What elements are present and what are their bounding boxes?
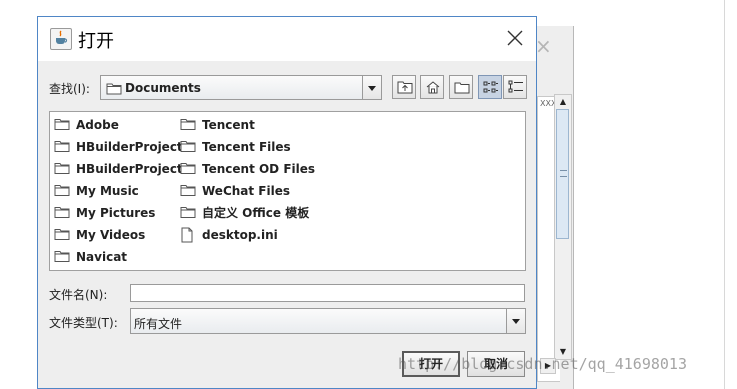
folder-icon	[54, 161, 70, 179]
close-icon[interactable]	[500, 23, 530, 53]
file-list-item-label: Adobe	[76, 118, 119, 132]
up-one-level-button[interactable]	[392, 75, 416, 99]
file-list-item[interactable]: Adobe	[54, 117, 190, 139]
file-list-item[interactable]: Tencent	[180, 117, 315, 139]
title-bar: 打开	[38, 17, 536, 61]
file-name-label: 文件名(N):	[49, 288, 108, 302]
file-list-item[interactable]: My Pictures	[54, 205, 190, 227]
file-list-item-label: desktop.ini	[202, 228, 278, 242]
file-list-item[interactable]: Tencent Files	[180, 139, 315, 161]
file-list-item-label: HBuilderProject	[76, 140, 183, 154]
file-list-item-label: My Pictures	[76, 206, 156, 220]
file-type-combo[interactable]: 所有文件	[130, 308, 526, 334]
file-list-item-label: WeChat Files	[202, 184, 291, 198]
file-list-item-label: 自定义 Office 模板	[202, 206, 310, 220]
java-icon	[50, 28, 72, 50]
folder-icon	[54, 205, 70, 223]
open-file-dialog: 打开 查找(I): Documents Adobe HBuilderProject…	[37, 16, 537, 389]
list-view-button[interactable]	[478, 75, 502, 99]
folder-icon	[180, 205, 196, 223]
file-list-item[interactable]: HBuilderProjects	[54, 161, 190, 183]
scroll-thumb[interactable]	[556, 109, 569, 239]
file-list-item-label: My Music	[76, 184, 139, 198]
file-type-value: 所有文件	[134, 317, 183, 331]
folder-icon	[54, 183, 70, 201]
file-list-item[interactable]: WeChat Files	[180, 183, 315, 205]
folder-icon	[54, 249, 70, 267]
folder-icon	[54, 227, 70, 245]
file-list-item[interactable]: My Music	[54, 183, 190, 205]
file-name-input[interactable]	[130, 284, 525, 302]
file-list-item-label: Tencent Files	[202, 140, 291, 154]
look-in-value: Documents	[125, 81, 201, 95]
file-list-item-label: My Videos	[76, 228, 146, 242]
folder-icon	[180, 183, 196, 201]
file-icon	[180, 227, 194, 247]
file-list-item[interactable]: 自定义 Office 模板	[180, 205, 315, 227]
background-vertical-scrollbar[interactable]: ▲ ▼	[554, 94, 572, 360]
dialog-title: 打开	[78, 31, 114, 52]
folder-icon	[54, 117, 70, 135]
file-list[interactable]: Adobe HBuilderProject HBuilderProjects My M…	[49, 111, 526, 271]
file-list-item-label: Tencent	[202, 118, 255, 132]
file-type-label: 文件类型(T):	[49, 316, 118, 330]
file-list-item[interactable]: HBuilderProject	[54, 139, 190, 161]
file-list-item-label: Navicat	[76, 250, 128, 264]
details-view-button[interactable]	[503, 75, 527, 99]
home-button[interactable]	[420, 75, 444, 99]
new-folder-button[interactable]	[449, 75, 473, 99]
chevron-down-icon[interactable]	[506, 309, 525, 333]
file-list-item-label: Tencent OD Files	[202, 162, 316, 176]
folder-icon	[180, 161, 196, 179]
file-list-item-label: HBuilderProjects	[76, 162, 190, 176]
chevron-down-icon[interactable]	[362, 76, 381, 99]
file-list-item[interactable]: Navicat	[54, 249, 190, 271]
folder-icon	[106, 82, 122, 98]
folder-icon	[54, 139, 70, 157]
folder-icon	[180, 117, 196, 135]
divider	[724, 0, 725, 389]
file-list-item[interactable]: Tencent OD Files	[180, 161, 315, 183]
file-list-item[interactable]: My Videos	[54, 227, 190, 249]
background-close-icon: ×	[535, 34, 552, 58]
scroll-up-icon[interactable]: ▲	[555, 95, 571, 109]
look-in-label: 查找(I):	[49, 82, 90, 96]
look-in-combo[interactable]: Documents	[100, 75, 382, 100]
folder-icon	[180, 139, 196, 157]
file-list-item[interactable]: desktop.ini	[180, 227, 315, 249]
watermark: http://blog.csdn.net/qq_41698013	[398, 355, 687, 373]
